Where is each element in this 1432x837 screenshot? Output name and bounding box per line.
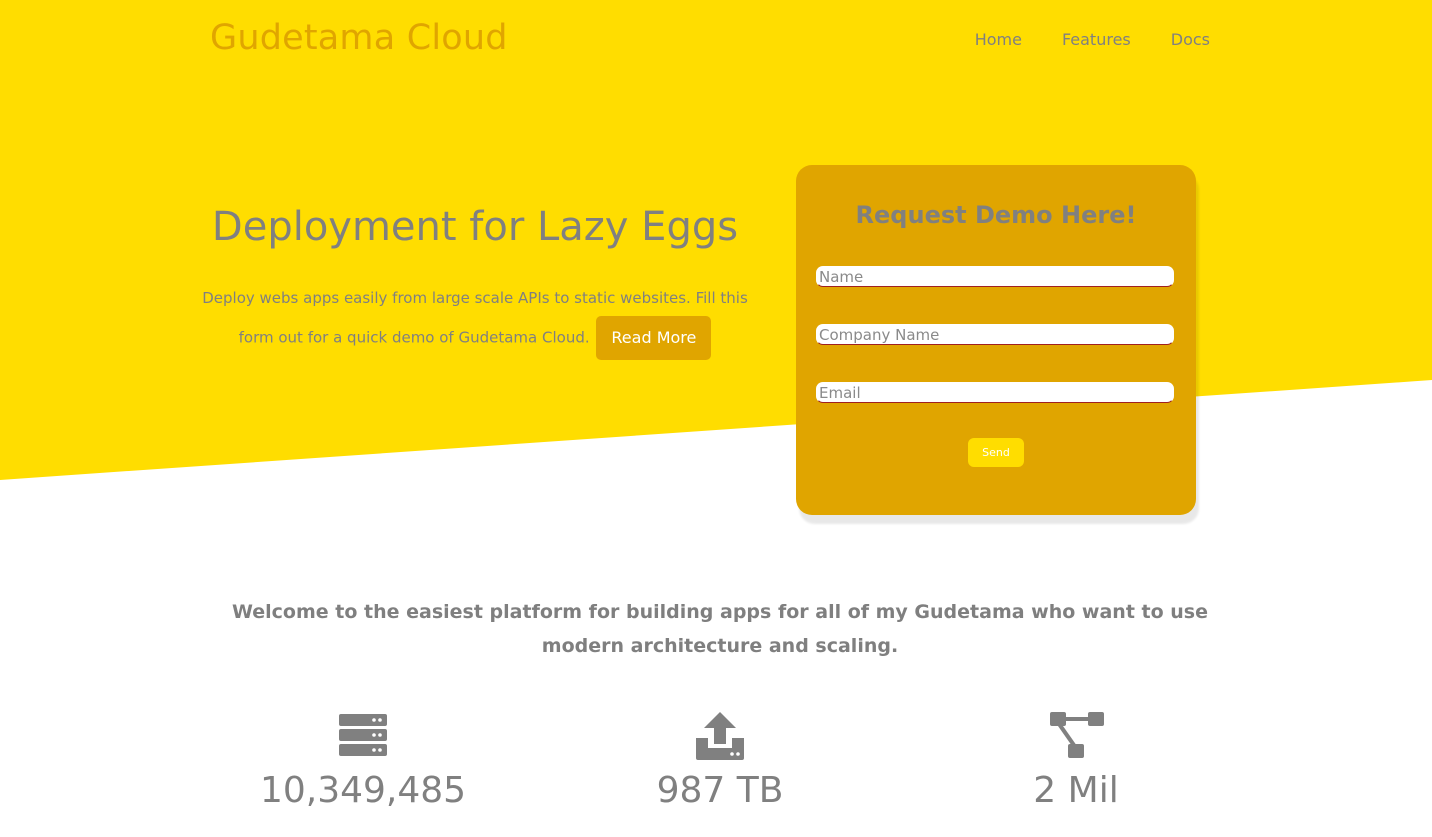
welcome-text: Welcome to the easiest platform for buil… [231, 601, 1208, 657]
brand-logo[interactable]: Gudetama Cloud [210, 18, 508, 58]
nav-home-link[interactable]: Home [975, 30, 1022, 49]
network-icon [1050, 712, 1104, 758]
stat-users: 2 Mil [926, 708, 1226, 811]
stat-servers: 10,349,485 [213, 708, 513, 811]
nav-docs-link[interactable]: Docs [1171, 30, 1210, 49]
name-input[interactable] [816, 266, 1174, 287]
stat-users-value: 2 Mil [1033, 770, 1119, 811]
send-button[interactable]: Send [968, 438, 1024, 467]
stat-servers-value: 10,349,485 [259, 770, 467, 811]
request-demo-form: Request Demo Here! Send [796, 165, 1196, 515]
stat-storage: 987 TB [570, 708, 870, 811]
company-name-input[interactable] [816, 324, 1174, 345]
stat-storage-value: 987 TB [656, 770, 784, 811]
hero-description-block: Deploy webs apps easily from large scale… [190, 280, 760, 360]
email-input[interactable] [816, 382, 1174, 403]
upload-icon [696, 712, 744, 760]
demo-form-title: Request Demo Here! [855, 201, 1137, 229]
hero-title: Deployment for Lazy Eggs [211, 204, 739, 250]
read-more-button[interactable]: Read More [596, 316, 712, 360]
landing-page: Gudetama Cloud Home Features Docs Deploy… [0, 0, 1432, 837]
top-nav: Home Features Docs [975, 30, 1210, 49]
nav-features-link[interactable]: Features [1062, 30, 1131, 49]
server-icon [339, 714, 387, 756]
